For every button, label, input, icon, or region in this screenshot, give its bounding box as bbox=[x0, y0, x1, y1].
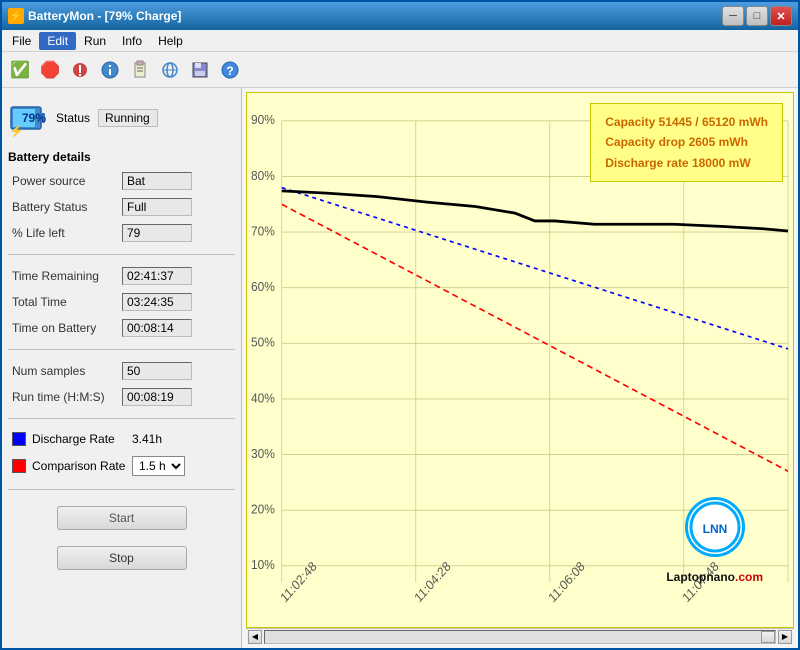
svg-text:90%: 90% bbox=[251, 113, 275, 128]
svg-text:30%: 30% bbox=[251, 446, 275, 461]
comparison-select[interactable]: 1.5 h 2 h 3 h 4 h bbox=[132, 456, 185, 476]
watermark: LNN Laptopnano.com bbox=[666, 497, 763, 587]
divider-2 bbox=[8, 349, 235, 350]
svg-text:LNN: LNN bbox=[702, 522, 727, 536]
toolbar-btn-net[interactable] bbox=[156, 56, 184, 84]
detail-row-6: Num samples 50 bbox=[8, 362, 235, 380]
info-line-2: Discharge rate 18000 mW bbox=[605, 153, 768, 173]
toolbar-btn-view[interactable] bbox=[66, 56, 94, 84]
svg-text:20%: 20% bbox=[251, 502, 275, 517]
close-button[interactable]: ✕ bbox=[770, 6, 792, 26]
detail-label-4: Total Time bbox=[12, 295, 122, 309]
menu-bar: File Edit Run Info Help bbox=[2, 30, 798, 52]
detail-label-5: Time on Battery bbox=[12, 321, 122, 335]
scroll-thumb[interactable] bbox=[761, 631, 775, 643]
menu-edit[interactable]: Edit bbox=[39, 32, 76, 50]
detail-row-3: Time Remaining 02:41:37 bbox=[8, 267, 235, 285]
menu-file[interactable]: File bbox=[4, 32, 39, 50]
detail-value-2: 79 bbox=[122, 224, 192, 242]
info-box: Capacity 51445 / 65120 mWh Capacity drop… bbox=[590, 103, 783, 182]
detail-row-0: Power source Bat bbox=[8, 172, 235, 190]
watermark-brand: Laptopnano bbox=[666, 570, 735, 584]
comparison-label: Comparison Rate bbox=[32, 459, 132, 473]
detail-label-0: Power source bbox=[12, 174, 122, 188]
detail-value-0: Bat bbox=[122, 172, 192, 190]
scrollbar: ◀ ▶ bbox=[246, 628, 794, 644]
detail-label-7: Run time (H:M:S) bbox=[12, 390, 122, 404]
minimize-button[interactable]: ─ bbox=[722, 6, 744, 26]
svg-text:79%: 79% bbox=[22, 111, 46, 125]
battery-icon: 79% ⚡ bbox=[8, 98, 48, 138]
start-button[interactable]: Start bbox=[57, 506, 187, 530]
svg-text:40%: 40% bbox=[251, 391, 275, 406]
toolbar-btn-go[interactable]: ✅ bbox=[6, 56, 34, 84]
right-panel: 90% 80% 70% 60% 50% 40% 30% 20% 10% 11:0… bbox=[242, 88, 798, 648]
discharge-label: Discharge Rate bbox=[32, 432, 132, 446]
toolbar-btn-stop[interactable]: 🛑 bbox=[36, 56, 64, 84]
info-line-0: Capacity 51445 / 65120 mWh bbox=[605, 112, 768, 132]
chart-area: 90% 80% 70% 60% 50% 40% 30% 20% 10% 11:0… bbox=[246, 92, 794, 628]
svg-text:10%: 10% bbox=[251, 558, 275, 573]
toolbar-btn-info[interactable] bbox=[96, 56, 124, 84]
detail-row-4: Total Time 03:24:35 bbox=[8, 293, 235, 311]
menu-help[interactable]: Help bbox=[150, 32, 191, 50]
main-area: 79% ⚡ Status Running Battery details Pow… bbox=[2, 88, 798, 648]
status-value: Running bbox=[98, 109, 158, 127]
detail-label-6: Num samples bbox=[12, 364, 122, 378]
status-label: Status bbox=[56, 111, 90, 125]
detail-value-3: 02:41:37 bbox=[122, 267, 192, 285]
toolbar-btn-save[interactable] bbox=[186, 56, 214, 84]
detail-value-7: 00:08:19 bbox=[122, 388, 192, 406]
divider-3 bbox=[8, 418, 235, 419]
detail-label-1: Battery Status bbox=[12, 200, 122, 214]
comparison-color bbox=[12, 459, 26, 473]
svg-text:80%: 80% bbox=[251, 168, 275, 183]
restore-button[interactable]: □ bbox=[746, 6, 768, 26]
svg-text:60%: 60% bbox=[251, 279, 275, 294]
status-row: 79% ⚡ Status Running bbox=[8, 94, 235, 142]
detail-row-2: % Life left 79 bbox=[8, 224, 235, 242]
start-button-row: Start bbox=[8, 506, 235, 530]
divider-4 bbox=[8, 489, 235, 490]
section-title: Battery details bbox=[8, 150, 235, 164]
discharge-color bbox=[12, 432, 26, 446]
info-line-1: Capacity drop 2605 mWh bbox=[605, 132, 768, 152]
title-left: ⚡ BatteryMon - [79% Charge] bbox=[8, 8, 181, 24]
scroll-track bbox=[264, 630, 776, 644]
window-title: BatteryMon - [79% Charge] bbox=[28, 9, 181, 23]
stop-button[interactable]: Stop bbox=[57, 546, 187, 570]
detail-value-4: 03:24:35 bbox=[122, 293, 192, 311]
toolbar: ✅ 🛑 ? bbox=[2, 52, 798, 88]
comparison-rate-row: Comparison Rate 1.5 h 2 h 3 h 4 h bbox=[8, 456, 235, 476]
svg-text:⚡: ⚡ bbox=[9, 124, 24, 137]
svg-text:50%: 50% bbox=[251, 335, 275, 350]
app-icon: ⚡ bbox=[8, 8, 24, 24]
svg-text:?: ? bbox=[226, 64, 233, 78]
main-window: ⚡ BatteryMon - [79% Charge] ─ □ ✕ File E… bbox=[0, 0, 800, 650]
menu-run[interactable]: Run bbox=[76, 32, 114, 50]
divider-1 bbox=[8, 254, 235, 255]
title-bar: ⚡ BatteryMon - [79% Charge] ─ □ ✕ bbox=[2, 2, 798, 30]
watermark-text: Laptopnano.com bbox=[666, 561, 763, 587]
detail-value-5: 00:08:14 bbox=[122, 319, 192, 337]
detail-row-7: Run time (H:M:S) 00:08:19 bbox=[8, 388, 235, 406]
detail-value-1: Full bbox=[122, 198, 192, 216]
detail-label-3: Time Remaining bbox=[12, 269, 122, 283]
menu-info[interactable]: Info bbox=[114, 32, 150, 50]
detail-row-5: Time on Battery 00:08:14 bbox=[8, 319, 235, 337]
stop-button-row: Stop bbox=[8, 546, 235, 570]
discharge-value: 3.41h bbox=[132, 432, 182, 446]
title-buttons: ─ □ ✕ bbox=[722, 6, 792, 26]
toolbar-btn-help[interactable]: ? bbox=[216, 56, 244, 84]
toolbar-btn-clipboard[interactable] bbox=[126, 56, 154, 84]
detail-row-1: Battery Status Full bbox=[8, 198, 235, 216]
scroll-right-button[interactable]: ▶ bbox=[778, 630, 792, 644]
scroll-left-button[interactable]: ◀ bbox=[248, 630, 262, 644]
watermark-tld: .com bbox=[735, 570, 763, 584]
svg-text:70%: 70% bbox=[251, 224, 275, 239]
discharge-rate-row: Discharge Rate 3.41h bbox=[8, 432, 235, 446]
detail-label-2: % Life left bbox=[12, 226, 122, 240]
left-panel: 79% ⚡ Status Running Battery details Pow… bbox=[2, 88, 242, 648]
detail-value-6: 50 bbox=[122, 362, 192, 380]
